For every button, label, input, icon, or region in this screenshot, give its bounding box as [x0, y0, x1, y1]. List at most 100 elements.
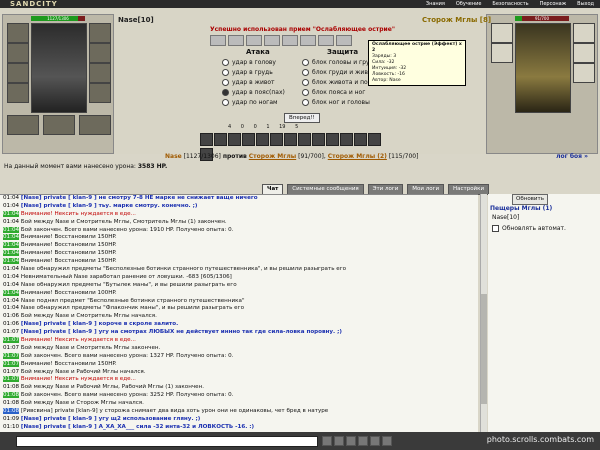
- filter-icon[interactable]: [346, 436, 356, 446]
- chat-time[interactable]: 01:10: [3, 424, 19, 430]
- gloves-slot[interactable]: [89, 43, 111, 63]
- clear-icon[interactable]: [334, 436, 344, 446]
- defense-zone-radio[interactable]: [302, 89, 309, 96]
- chat-time[interactable]: 01:04: [3, 219, 19, 225]
- chat-time[interactable]: 01:04: [3, 226, 20, 233]
- armor-slot[interactable]: [7, 83, 29, 103]
- quick-slot[interactable]: [300, 35, 316, 46]
- chat-time[interactable]: 01:08: [3, 392, 20, 399]
- player-name[interactable]: Nase[10]: [118, 16, 154, 24]
- attack-zone-radio[interactable]: [222, 79, 229, 86]
- defense-zone-radio[interactable]: [302, 79, 309, 86]
- scroll-thumb[interactable]: [481, 294, 487, 404]
- defense-zone-radio[interactable]: [302, 99, 309, 106]
- ring-slot[interactable]: [43, 115, 75, 135]
- skill-icon[interactable]: [326, 133, 339, 146]
- skill-icon[interactable]: [270, 133, 283, 146]
- skill-icon[interactable]: [340, 133, 353, 146]
- chat-time[interactable]: 01:08: [3, 408, 20, 415]
- skill-icon[interactable]: [214, 133, 227, 146]
- skill-icon[interactable]: [256, 133, 269, 146]
- auto-refresh-option[interactable]: Обновлять автомат.: [492, 225, 566, 232]
- chat-time[interactable]: 01:07: [3, 352, 20, 359]
- skill-icon[interactable]: [368, 133, 381, 146]
- chat-time[interactable]: 01:07: [3, 345, 19, 351]
- chat-scrollbar[interactable]: [480, 194, 487, 432]
- defense-zone-option[interactable]: блок ног и головы: [302, 98, 370, 107]
- skill-icon[interactable]: [354, 133, 367, 146]
- chat-input[interactable]: [16, 436, 318, 447]
- chat-time[interactable]: 01:04: [3, 289, 20, 296]
- ring-slot[interactable]: [7, 115, 39, 135]
- location-user[interactable]: Nase[10]: [492, 214, 519, 221]
- skill-icon[interactable]: [228, 133, 241, 146]
- chat-time[interactable]: 01:04: [3, 274, 19, 280]
- chat-time[interactable]: 01:07: [3, 376, 20, 383]
- defense-zone-option[interactable]: блок головы и груди: [302, 58, 378, 67]
- chat-time[interactable]: 01:04: [3, 282, 19, 288]
- attack-zone-option[interactable]: удар в голову: [222, 58, 276, 67]
- quick-slot[interactable]: [318, 35, 334, 46]
- skill-icon[interactable]: [200, 133, 213, 146]
- chat-time[interactable]: 01:04: [3, 195, 19, 201]
- attack-zone-option[interactable]: удар в пояс(пах): [222, 88, 285, 97]
- chat-time[interactable]: 01:04: [3, 210, 20, 217]
- chat-time[interactable]: 01:07: [3, 329, 19, 335]
- chat-time[interactable]: 01:04: [3, 305, 19, 311]
- chat-time[interactable]: 01:07: [3, 369, 19, 375]
- boots-slot[interactable]: [79, 115, 111, 135]
- chat-time[interactable]: 01:08: [3, 400, 19, 406]
- defense-zone-radio[interactable]: [302, 59, 309, 66]
- auto-refresh-checkbox[interactable]: [492, 225, 499, 232]
- attack-zone-radio[interactable]: [222, 69, 229, 76]
- attack-zone-option[interactable]: удар по ногам: [222, 98, 278, 107]
- chat-time[interactable]: 01:09: [3, 416, 19, 422]
- defense-zone-radio[interactable]: [302, 69, 309, 76]
- enemy-name[interactable]: Сторож Мглы [8]: [422, 16, 491, 24]
- skill-icon[interactable]: [242, 133, 255, 146]
- sound-icon[interactable]: [370, 436, 380, 446]
- vs-player[interactable]: Nase: [165, 153, 182, 160]
- quick-slot[interactable]: [246, 35, 262, 46]
- earring-slot[interactable]: [89, 23, 111, 43]
- defense-zone-option[interactable]: блок живота и пояса: [302, 78, 378, 87]
- vs-enemy2[interactable]: Сторож Мглы (2): [328, 153, 387, 160]
- menu-character[interactable]: Персонаж: [540, 1, 567, 7]
- refresh-button[interactable]: Обновить: [512, 194, 548, 205]
- chat-time[interactable]: 01:04: [3, 234, 20, 241]
- smile-icon[interactable]: [322, 436, 332, 446]
- player-figure[interactable]: [31, 23, 87, 113]
- skill-icon[interactable]: [298, 133, 311, 146]
- chat-time[interactable]: 01:04: [3, 258, 20, 265]
- attack-zone-option[interactable]: удар в живот: [222, 78, 275, 87]
- chat-time[interactable]: 01:07: [3, 360, 20, 367]
- defense-zone-option[interactable]: блок пояса и ног: [302, 88, 365, 97]
- chat-time[interactable]: 01:04: [3, 298, 19, 304]
- quick-slot[interactable]: [282, 35, 298, 46]
- quick-slot[interactable]: [228, 35, 244, 46]
- attack-zone-radio[interactable]: [222, 99, 229, 106]
- chat-time[interactable]: 01:04: [3, 242, 20, 249]
- skill-icon[interactable]: [312, 133, 325, 146]
- chat-time[interactable]: 01:04: [3, 203, 19, 209]
- quick-slot[interactable]: [210, 35, 226, 46]
- attack-zone-radio[interactable]: [222, 89, 229, 96]
- amulet-slot[interactable]: [7, 43, 29, 63]
- chat-time[interactable]: 01:06: [3, 321, 19, 327]
- quick-slot[interactable]: [336, 35, 352, 46]
- quick-slot[interactable]: [264, 35, 280, 46]
- translit-icon[interactable]: [358, 436, 368, 446]
- skill-icon[interactable]: [284, 133, 297, 146]
- helmet-slot[interactable]: [7, 23, 29, 43]
- chat-time[interactable]: 01:04: [3, 266, 19, 272]
- chat-time[interactable]: 01:08: [3, 384, 19, 390]
- vs-enemy1[interactable]: Сторож Мглы: [249, 153, 296, 160]
- belt-slot[interactable]: [89, 83, 111, 103]
- attack-zone-option[interactable]: удар в грудь: [222, 68, 273, 77]
- chat-time[interactable]: 01:07: [3, 337, 20, 344]
- shield-slot[interactable]: [89, 63, 111, 83]
- chat-time[interactable]: 01:04: [3, 250, 20, 257]
- menu-exit[interactable]: Выход: [577, 1, 594, 7]
- chat-time[interactable]: 01:06: [3, 313, 19, 319]
- enemy-figure[interactable]: [515, 23, 571, 113]
